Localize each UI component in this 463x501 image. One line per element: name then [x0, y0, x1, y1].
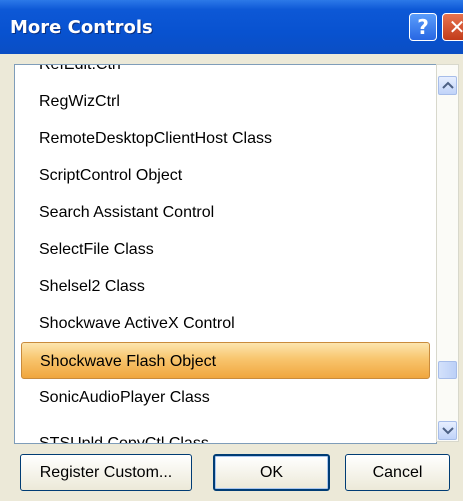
help-button[interactable]: ? — [409, 13, 437, 41]
controls-list[interactable]: RefEdit.Ctrl RegWizCtrl RemoteDesktopCli… — [14, 64, 437, 444]
close-button[interactable]: ✕ — [442, 13, 463, 41]
list-item[interactable]: STSUpld.CopyCtl Class — [15, 425, 436, 443]
window-title: More Controls — [10, 17, 153, 38]
up-arrow-icon — [442, 81, 454, 89]
title-bar: More Controls ? ✕ — [0, 0, 463, 54]
ok-button[interactable]: OK — [213, 454, 330, 491]
dialog-body: RefEdit.Ctrl RegWizCtrl RemoteDesktopCli… — [0, 54, 463, 501]
down-arrow-icon — [442, 427, 454, 435]
list-item[interactable]: SonicAudioPlayer Class — [15, 379, 436, 416]
list-item[interactable]: ScriptControl Object — [15, 157, 436, 194]
scroll-thumb[interactable] — [438, 361, 457, 379]
register-custom-button[interactable]: Register Custom... — [20, 454, 192, 491]
cancel-button[interactable]: Cancel — [345, 454, 450, 491]
close-icon: ✕ — [448, 15, 463, 39]
help-icon: ? — [417, 15, 429, 39]
scroll-up-button[interactable] — [438, 76, 457, 95]
list-item[interactable]: Search Assistant Control — [15, 194, 436, 231]
list-item[interactable]: Shelsel2 Class — [15, 268, 436, 305]
scroll-down-button[interactable] — [438, 421, 457, 440]
list-item[interactable]: Shockwave ActiveX Control — [15, 305, 436, 342]
list-item[interactable]: RegWizCtrl — [15, 83, 436, 120]
list-item[interactable]: SelectFile Class — [15, 231, 436, 268]
vertical-scrollbar[interactable] — [436, 64, 459, 442]
list-item-selected[interactable]: Shockwave Flash Object — [21, 342, 430, 379]
list-item[interactable]: RefEdit.Ctrl — [15, 65, 436, 83]
list-item[interactable]: RemoteDesktopClientHost Class — [15, 120, 436, 157]
